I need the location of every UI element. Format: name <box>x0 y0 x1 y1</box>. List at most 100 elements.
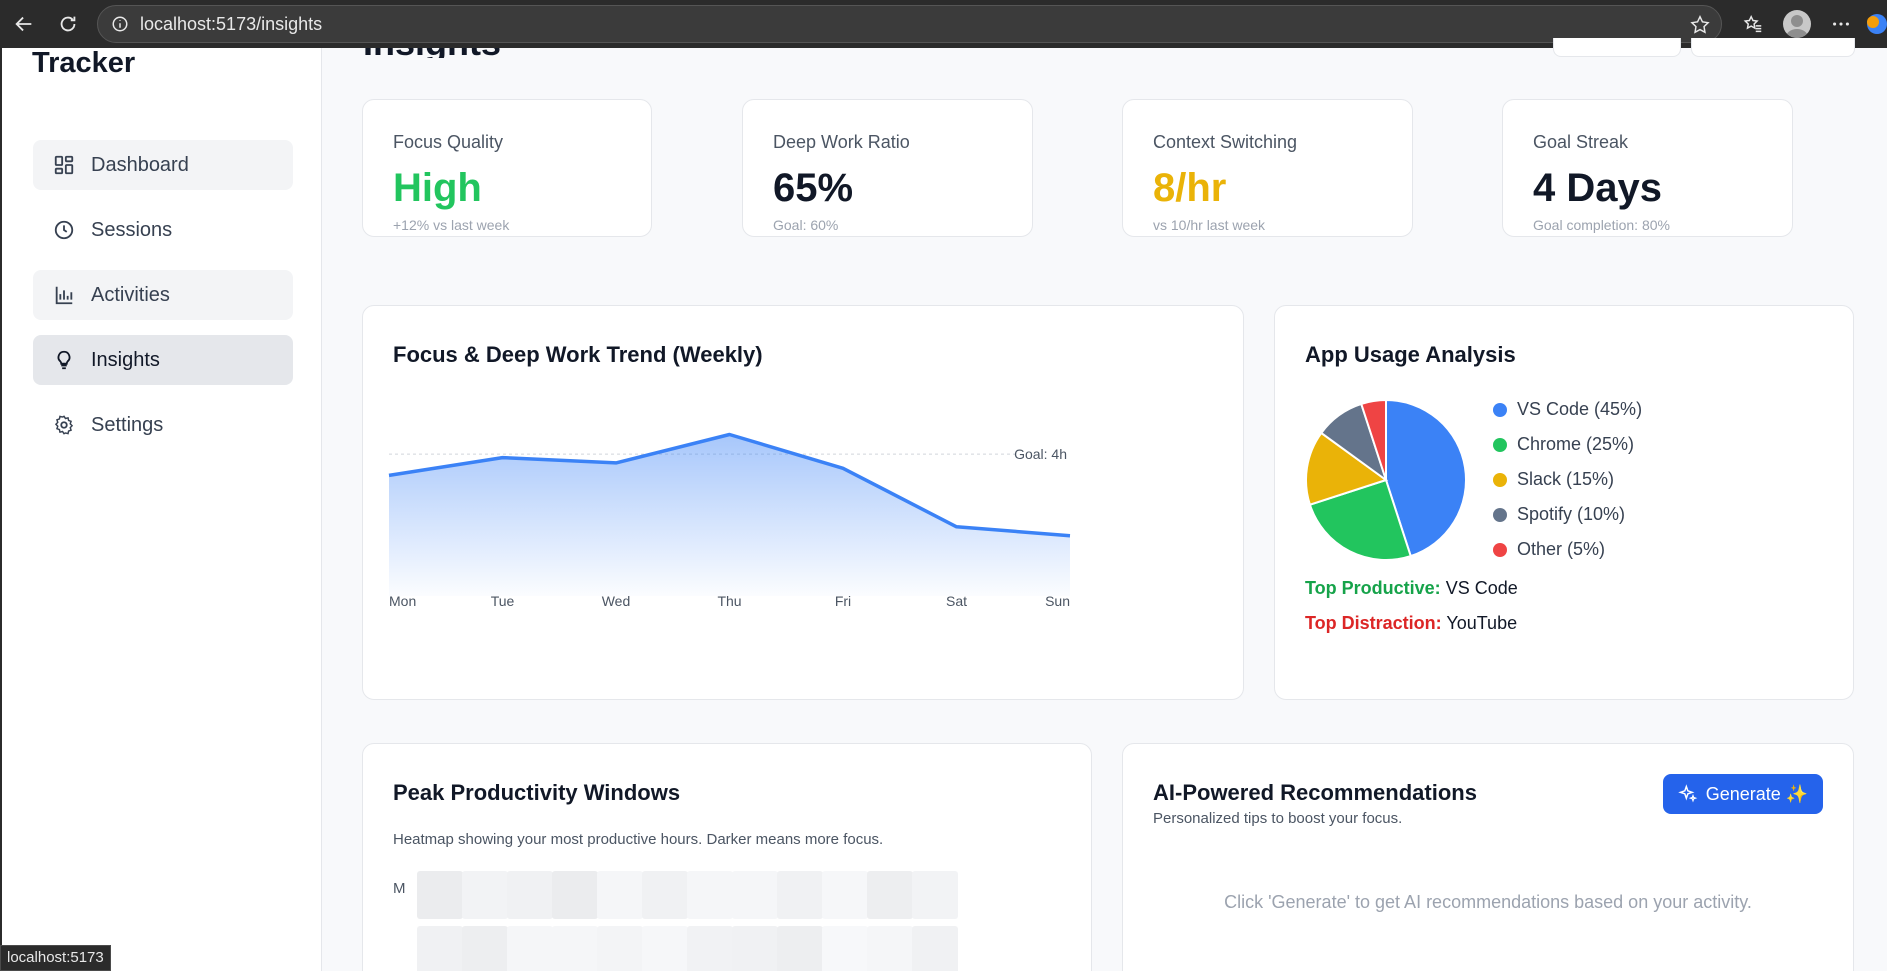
sidebar-item-label: Sessions <box>91 218 173 241</box>
page-title-wrapper: Insights <box>363 48 501 58</box>
stat-card-context-switching: Context Switching 8/hr vs 10/hr last wee… <box>1122 99 1413 237</box>
stat-label: Goal Streak <box>1533 132 1629 152</box>
x-tick-label: Wed <box>602 593 631 609</box>
sidebar-item-dashboard[interactable]: Dashboard <box>33 140 293 190</box>
heatmap-cell <box>507 871 553 919</box>
heatmap-cell <box>777 871 823 919</box>
page-title: Insights <box>363 48 501 58</box>
legend-item-vscode: VS Code (45%) <box>1493 392 1642 427</box>
top-productive: Top Productive: VS Code <box>1305 578 1518 599</box>
x-tick-label: Tue <box>491 593 515 609</box>
heatmap-cell <box>822 926 868 971</box>
heatmap-cell <box>642 926 688 971</box>
x-tick-label: Sat <box>946 593 967 609</box>
stat-card-goal-streak: Goal Streak 4 Days Goal completion: 80% <box>1502 99 1793 237</box>
bar-chart-icon <box>55 286 73 305</box>
heatmap-cell <box>732 926 778 971</box>
app-usage-pie <box>1305 398 1467 561</box>
heatmap-cell <box>687 926 733 971</box>
generate-button[interactable]: Generate ✨ <box>1663 774 1823 814</box>
heatmap-cell <box>642 871 688 919</box>
site-info-icon[interactable] <box>110 14 130 34</box>
back-icon[interactable] <box>4 4 44 44</box>
heatmap-cell <box>462 871 508 919</box>
heatmap-cell <box>822 871 868 919</box>
app-usage-title: App Usage Analysis <box>1305 342 1516 367</box>
legend-label: Other (5%) <box>1517 539 1606 559</box>
goal-label: Goal: 4h <box>1014 446 1067 462</box>
sidebar-item-settings[interactable]: Settings <box>33 400 293 450</box>
sidebar-item-label: Insights <box>91 348 160 371</box>
sidebar: Tracker Dashboard Sessions Activities In… <box>0 48 322 971</box>
heatmap-cell <box>552 871 598 919</box>
bookmark-star-icon[interactable] <box>1689 14 1711 41</box>
heatmap-cell <box>597 871 643 919</box>
heatmap-cell <box>417 926 463 971</box>
copilot-icon[interactable] <box>1863 2 1887 46</box>
legend-label: VS Code (45%) <box>1517 399 1643 419</box>
sidebar-item-sessions[interactable]: Sessions <box>33 205 293 255</box>
status-bar-url: localhost:5173 <box>0 945 111 971</box>
stat-subtext: Goal: 60% <box>773 217 839 233</box>
top-distraction-key: Top Distraction: <box>1305 613 1442 633</box>
heatmap-row-label: M <box>393 880 406 897</box>
lightbulb-icon <box>57 350 71 370</box>
reload-icon[interactable] <box>48 4 88 44</box>
header-button-1[interactable] <box>1553 38 1681 57</box>
heatmap-cell <box>417 871 463 919</box>
sidebar-item-label: Activities <box>91 283 170 306</box>
heatmap-cell <box>462 926 508 971</box>
stat-value: 65% <box>773 166 854 210</box>
sidebar-item-insights[interactable]: Insights <box>33 335 293 385</box>
stat-subtext: vs 10/hr last week <box>1153 217 1266 233</box>
x-tick-label: Fri <box>835 593 851 609</box>
header-button-2[interactable] <box>1691 38 1855 57</box>
legend-item-slack: Slack (15%) <box>1493 462 1642 497</box>
pie-legend: VS Code (45%) Chrome (25%) Slack (15%) S… <box>1493 392 1642 567</box>
ai-empty-state: Click 'Generate' to get AI recommendatio… <box>1224 892 1752 912</box>
peak-productivity-card: Peak Productivity Windows Heatmap showin… <box>362 743 1092 971</box>
stat-label: Focus Quality <box>393 132 504 152</box>
legend-item-other: Other (5%) <box>1493 532 1642 567</box>
ai-title: AI-Powered Recommendations <box>1153 780 1477 805</box>
legend-label: Slack (15%) <box>1517 469 1615 489</box>
url-text[interactable]: localhost:5173/insights <box>140 14 322 35</box>
x-tick-label: Sun <box>1045 593 1070 609</box>
heatmap-cell <box>687 871 733 919</box>
heatmap-cell <box>507 926 553 971</box>
x-tick-label: Thu <box>717 593 741 609</box>
main-content: Insights Focus Quality High +12% vs last… <box>323 38 1887 971</box>
heatmap-cell <box>597 926 643 971</box>
stat-subtext: Goal completion: 80% <box>1533 217 1670 233</box>
stat-value: High <box>393 166 482 210</box>
sidebar-item-label: Dashboard <box>91 153 189 176</box>
peak-title: Peak Productivity Windows <box>393 780 681 805</box>
heatmap-cell <box>912 926 958 971</box>
app-usage-card: App Usage Analysis VS Code (45%) Chrome … <box>1274 305 1854 700</box>
top-distraction-value: YouTube <box>1446 613 1518 633</box>
stat-value: 8/hr <box>1153 166 1227 210</box>
stat-label: Context Switching <box>1153 132 1298 152</box>
app-brand: Tracker <box>32 47 136 79</box>
heatmap-cell <box>867 871 913 919</box>
stat-card-focus-quality: Focus Quality High +12% vs last week <box>362 99 652 237</box>
heatmap-cell <box>912 871 958 919</box>
sidebar-item-activities[interactable]: Activities <box>33 270 293 320</box>
peak-description: Heatmap showing your most productive hou… <box>393 831 884 848</box>
stat-value: 4 Days <box>1533 166 1662 210</box>
legend-label: Chrome (25%) <box>1517 434 1635 454</box>
trend-chart: Goal: 4h Mon Tue Wed Thu Fri Sat Sun <box>388 432 1071 609</box>
stat-card-deep-work-ratio: Deep Work Ratio 65% Goal: 60% <box>742 99 1033 237</box>
heatmap-cell <box>777 926 823 971</box>
generate-button-label: Generate ✨ <box>1705 783 1809 804</box>
heatmap-cell <box>732 871 778 919</box>
ai-recommendations-card: AI-Powered Recommendations Personalized … <box>1122 743 1854 971</box>
sparkles-icon <box>1677 784 1698 803</box>
address-bar[interactable]: localhost:5173/insights <box>97 5 1722 43</box>
x-tick-label: Mon <box>389 593 416 609</box>
legend-item-spotify: Spotify (10%) <box>1493 497 1642 532</box>
legend-item-chrome: Chrome (25%) <box>1493 427 1642 462</box>
heatmap-cell <box>552 926 598 971</box>
top-productive-value: VS Code <box>1445 578 1518 598</box>
sidebar-nav: Dashboard Sessions Activities Insights S… <box>33 140 293 465</box>
